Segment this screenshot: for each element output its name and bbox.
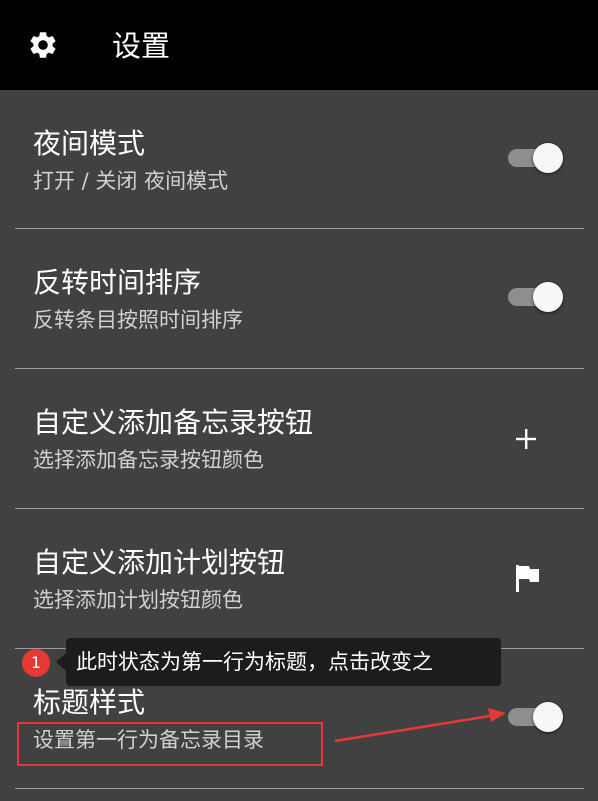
gear-icon[interactable] bbox=[27, 29, 59, 61]
switch-thumb bbox=[533, 282, 563, 312]
tooltip: 此时状态为第一行为标题，点击改变之 bbox=[66, 638, 501, 686]
app-bar: 设置 bbox=[0, 0, 598, 90]
switch-thumb bbox=[533, 143, 563, 173]
flag-icon[interactable] bbox=[515, 563, 541, 593]
setting-title: 自定义添加备忘录按钮 bbox=[33, 406, 314, 439]
setting-memo-button[interactable]: 自定义添加备忘录按钮 选择添加备忘录按钮颜色 bbox=[0, 369, 598, 508]
setting-reverse-sort[interactable]: 反转时间排序 反转条目按照时间排序 bbox=[0, 229, 598, 368]
setting-title: 自定义添加计划按钮 bbox=[33, 546, 286, 579]
title-style-switch[interactable] bbox=[506, 701, 564, 733]
page-title: 设置 bbox=[112, 29, 171, 63]
plus-icon[interactable] bbox=[514, 427, 538, 451]
setting-title: 反转时间排序 bbox=[33, 266, 202, 299]
setting-subtitle: 打开 / 关闭 夜间模式 bbox=[33, 169, 229, 193]
highlight-box bbox=[17, 722, 323, 766]
switch-thumb bbox=[533, 702, 563, 732]
setting-subtitle: 选择添加计划按钮颜色 bbox=[33, 588, 243, 612]
setting-night-mode[interactable]: 夜间模式 打开 / 关闭 夜间模式 bbox=[0, 90, 598, 229]
reverse-sort-switch[interactable] bbox=[506, 281, 564, 313]
divider bbox=[15, 788, 584, 789]
setting-plan-button[interactable]: 自定义添加计划按钮 选择添加计划按钮颜色 bbox=[0, 509, 598, 648]
step-badge: 1 bbox=[22, 649, 50, 677]
setting-title: 标题样式 bbox=[33, 686, 146, 719]
setting-title: 夜间模式 bbox=[33, 127, 146, 160]
night-mode-switch[interactable] bbox=[506, 142, 564, 174]
setting-subtitle: 选择添加备忘录按钮颜色 bbox=[33, 448, 264, 472]
tooltip-pointer bbox=[56, 653, 66, 671]
setting-subtitle: 反转条目按照时间排序 bbox=[33, 308, 243, 332]
